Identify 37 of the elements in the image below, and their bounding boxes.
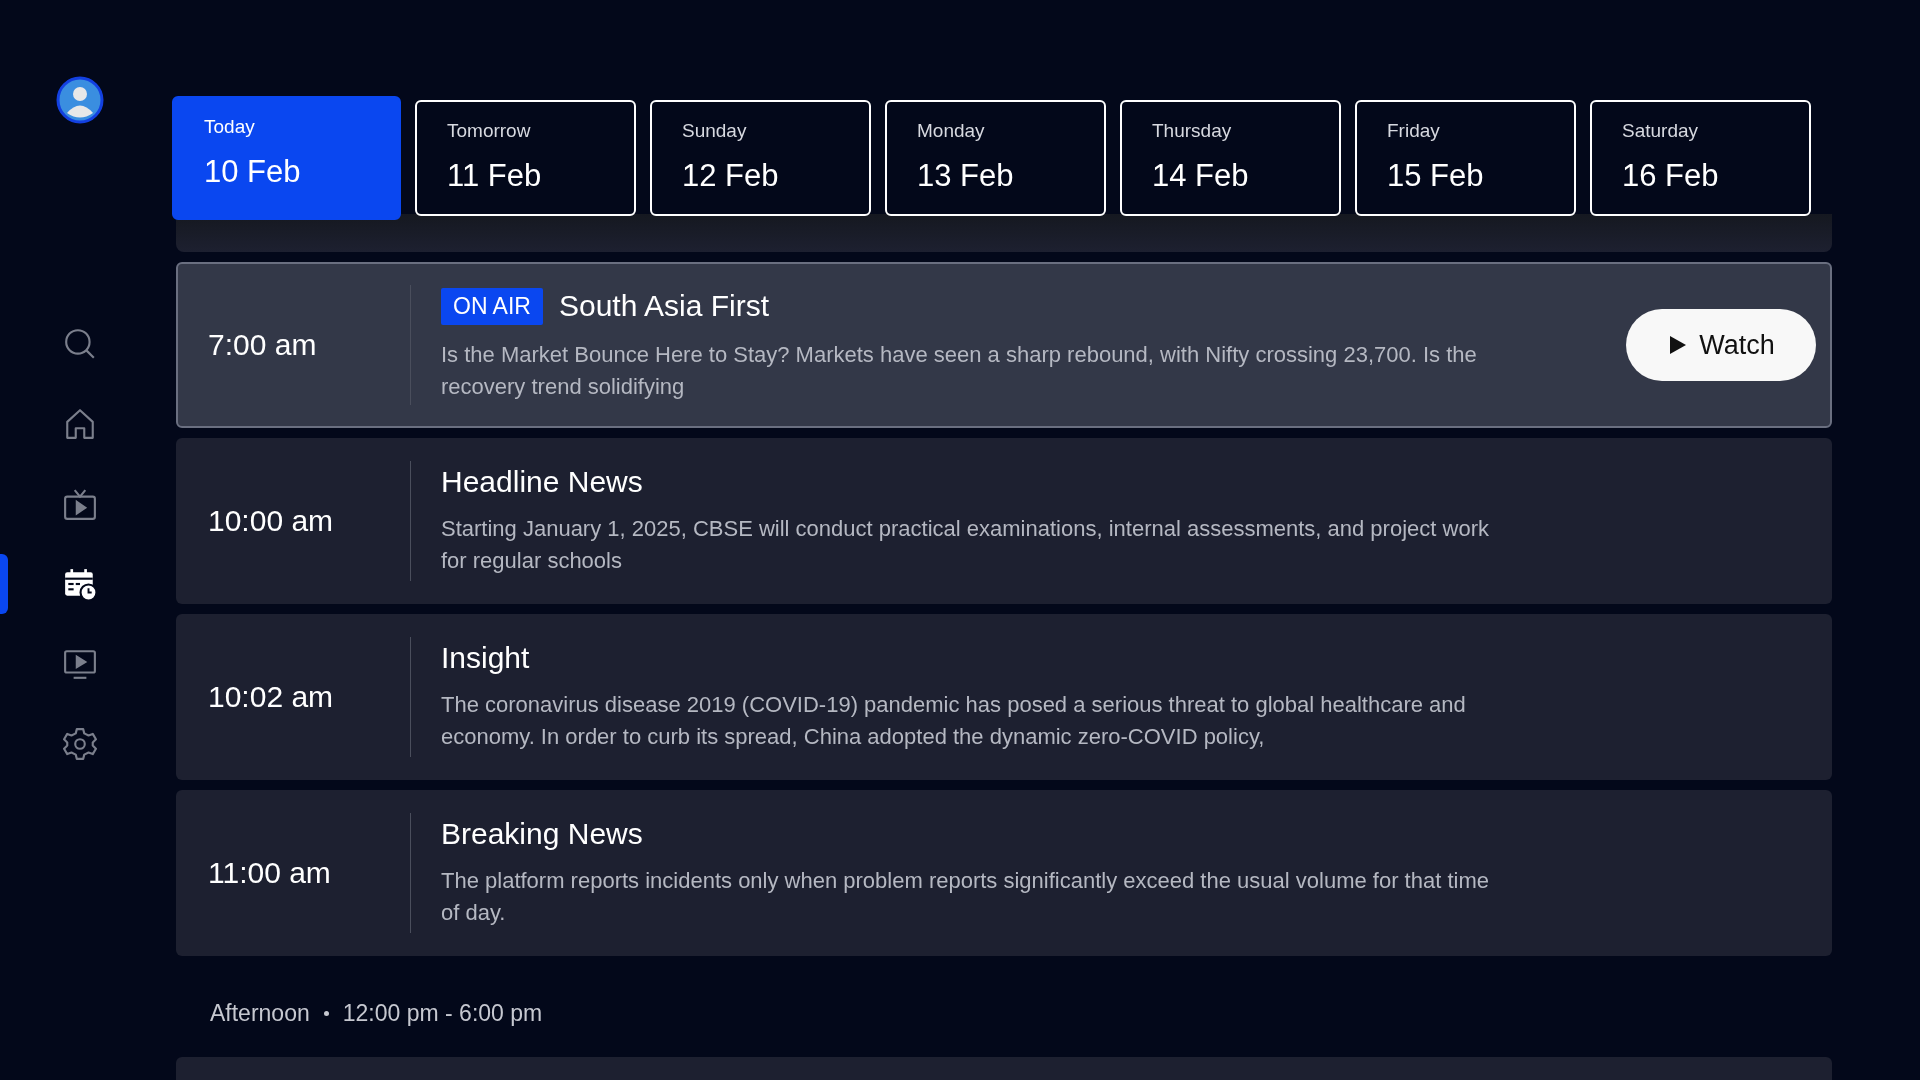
date-tab[interactable]: Sunday 12 Feb — [650, 100, 871, 216]
avatar-icon[interactable] — [56, 76, 104, 124]
active-indicator — [0, 554, 8, 614]
program-time: 10:00 am — [207, 504, 335, 538]
date-tab[interactable]: Saturday 16 Feb — [1590, 100, 1811, 216]
program-description: The platform reports incidents only when problem reports significantly exceed the usual volume for that time of day. — [441, 867, 1490, 927]
tv-play-icon[interactable] — [63, 487, 97, 521]
monitor-play-icon[interactable] — [63, 647, 97, 681]
program-title: Insight — [441, 641, 530, 675]
date-tab[interactable]: Today 10 Feb — [172, 96, 401, 220]
date-tab[interactable]: Thursday 14 Feb — [1120, 100, 1341, 216]
program-description: Is the Market Bounce Here to Stay? Markets have seen a sharp rebound, with Nifty crossing 23,700. Is the recovery trend solidifying — [441, 340, 1478, 401]
section-time-range: 12:00 pm - 6:00 pm — [342, 1000, 543, 1027]
date-tab[interactable]: Tomorrow 11 Feb — [415, 100, 636, 216]
program-time: 10:02 am — [207, 680, 335, 714]
program-description: The coronavirus disease 2019 (COVID-19) pandemic has posed a serious threat to global healthcare and economy. In order to curb its spread, China adopted the dynamic zero-COVID policy, — [441, 691, 1467, 751]
separator-dot — [323, 1011, 329, 1016]
calendar-clock-icon[interactable] — [63, 567, 97, 601]
date-tab[interactable]: Friday 15 Feb — [1355, 100, 1576, 216]
play-icon — [1667, 335, 1688, 355]
program-title: South Asia First — [558, 289, 770, 323]
program-card[interactable]: 7:00 am ON AIR South Asia First Is the Market Bounce Here to Stay? Markets have seen a sharp rebound, with Nifty crossing 23,700. Is the recovery trend solidifying Watch — [176, 262, 1832, 428]
program-description: Starting January 1, 2025, CBSE will conduct practical examinations, internal assessments, and project work for regular schools — [441, 515, 1490, 575]
home-icon[interactable] — [63, 407, 97, 441]
program-card[interactable]: 11:00 am Breaking News The platform reports incidents only when problem reports significantly exceed the usual volume for that time of day. — [176, 790, 1832, 956]
program-title: Breaking News — [441, 817, 643, 851]
search-icon[interactable] — [63, 327, 97, 361]
program-time: 11:00 am — [207, 856, 332, 890]
program-title: Headline News — [441, 465, 643, 499]
date-tab[interactable]: Monday 13 Feb — [885, 100, 1106, 216]
program-card[interactable]: 10:00 am Headline News Starting January 1, 2025, CBSE will conduct practical examinations, internal assessments, and project work for regular schools — [176, 438, 1832, 604]
settings-icon[interactable] — [63, 727, 97, 761]
section-name: Afternoon — [210, 1000, 310, 1027]
program-card[interactable]: 10:02 am Insight The coronavirus disease 2019 (COVID-19) pandemic has posed a serious threat to global healthcare and economy. In order to curb its spread, China adopted the dynamic zero-COVID policy, — [176, 614, 1832, 780]
on-air-badge: ON AIR — [441, 287, 543, 325]
program-time: 7:00 am — [207, 328, 318, 362]
watch-button[interactable]: Watch — [1626, 309, 1816, 381]
